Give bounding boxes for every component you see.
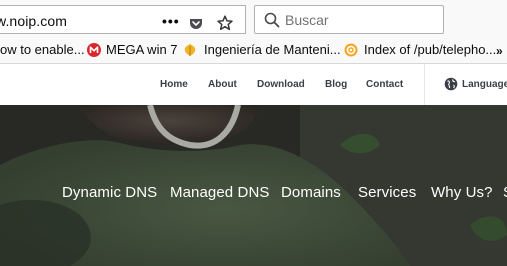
bookmarks-bar: ow to enable... MEGA win 7 Ingeniería de… [0,38,507,64]
nav-download[interactable]: Download [257,79,305,90]
language-selector[interactable]: Language [462,79,507,90]
globe-icon[interactable] [444,77,458,91]
hero-nav-domains[interactable]: Domains [281,184,341,201]
bookmark-index-pub[interactable]: Index of /pub/telepho... [364,42,496,57]
hero-nav-services[interactable]: Services [358,184,416,201]
nav-blog[interactable]: Blog [325,79,347,90]
url-bar[interactable]: w.noip.com ••• [0,5,246,34]
search-icon [264,12,280,28]
search-placeholder: Buscar [285,12,329,28]
page-actions-button[interactable]: ••• [162,13,180,29]
browser-toolbar: w.noip.com ••• Buscar [0,0,507,38]
bookmark-star-icon[interactable] [217,15,233,31]
bookmarks-overflow-button[interactable]: » [496,44,503,58]
pocket-icon[interactable] [189,18,203,30]
header-divider [424,64,425,105]
nav-home[interactable]: Home [160,79,188,90]
leaf-icon [184,44,196,56]
mega-icon [87,43,101,57]
url-text[interactable]: w.noip.com [0,13,67,29]
site-header: Home About Download Blog Contact Languag… [0,64,507,105]
bookmark-how-to-enable[interactable]: ow to enable... [0,42,85,57]
hero-banner: Dynamic DNS Managed DNS Domains Services… [0,105,507,266]
gear-icon [344,43,358,57]
nav-about[interactable]: About [208,79,237,90]
hero-nav-truncated[interactable]: S [503,184,507,201]
nav-contact[interactable]: Contact [366,79,403,90]
bookmark-mega-win7[interactable]: MEGA win 7 [106,42,178,57]
hero-nav-why-us[interactable]: Why Us? [431,184,493,201]
hero-nav-managed-dns[interactable]: Managed DNS [170,184,270,201]
bookmark-ingenieria[interactable]: Ingeniería de Manteni... [204,42,341,57]
hero-nav-dynamic-dns[interactable]: Dynamic DNS [62,184,157,201]
search-bar[interactable]: Buscar [254,5,444,34]
